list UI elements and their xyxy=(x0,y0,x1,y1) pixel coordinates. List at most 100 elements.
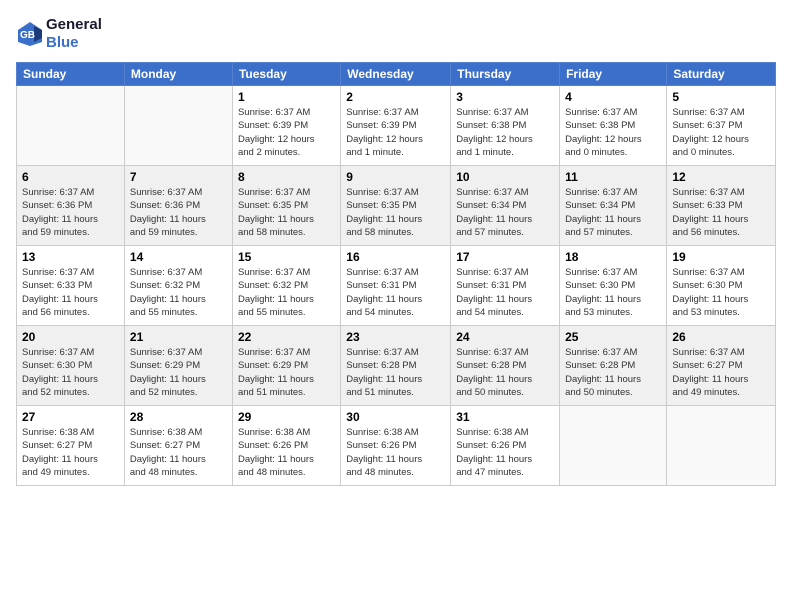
day-info: Sunrise: 6:38 AM Sunset: 6:27 PM Dayligh… xyxy=(22,426,119,479)
day-info: Sunrise: 6:37 AM Sunset: 6:33 PM Dayligh… xyxy=(22,266,119,319)
day-info: Sunrise: 6:37 AM Sunset: 6:32 PM Dayligh… xyxy=(130,266,227,319)
logo: GB General Blue xyxy=(16,16,102,52)
calendar-week-row: 13 Sunrise: 6:37 AM Sunset: 6:33 PM Dayli… xyxy=(17,246,776,326)
svg-text:GB: GB xyxy=(20,30,35,41)
day-number: 30 xyxy=(346,410,445,424)
day-number: 2 xyxy=(346,90,445,104)
calendar-cell: 8 Sunrise: 6:37 AM Sunset: 6:35 PM Daylig… xyxy=(232,166,340,246)
calendar-cell: 31 Sunrise: 6:38 AM Sunset: 6:26 PM Dayli… xyxy=(451,406,560,486)
day-info: Sunrise: 6:37 AM Sunset: 6:34 PM Dayligh… xyxy=(565,186,661,239)
calendar-week-row: 27 Sunrise: 6:38 AM Sunset: 6:27 PM Dayli… xyxy=(17,406,776,486)
calendar-cell: 23Sunrise: 6:37 AM Sunset: 6:28 PM Dayli… xyxy=(341,326,451,406)
calendar-cell: 27 Sunrise: 6:38 AM Sunset: 6:27 PM Dayli… xyxy=(17,406,125,486)
weekday-header-sunday: Sunday xyxy=(17,63,125,86)
day-info: Sunrise: 6:37 AM Sunset: 6:28 PM Dayligh… xyxy=(346,346,445,399)
day-info: Sunrise: 6:38 AM Sunset: 6:26 PM Dayligh… xyxy=(238,426,335,479)
day-info: Sunrise: 6:37 AM Sunset: 6:34 PM Dayligh… xyxy=(456,186,554,239)
weekday-header-wednesday: Wednesday xyxy=(341,63,451,86)
day-info: Sunrise: 6:37 AM Sunset: 6:30 PM Dayligh… xyxy=(565,266,661,319)
weekday-header-thursday: Thursday xyxy=(451,63,560,86)
day-info: Sunrise: 6:37 AM Sunset: 6:28 PM Dayligh… xyxy=(565,346,661,399)
logo-text: General Blue xyxy=(46,16,102,52)
calendar-cell: 12Sunrise: 6:37 AM Sunset: 6:33 PM Dayli… xyxy=(667,166,776,246)
page: GB General Blue SundayMondayTuesdayWedne… xyxy=(0,0,792,612)
day-info: Sunrise: 6:37 AM Sunset: 6:33 PM Dayligh… xyxy=(672,186,770,239)
day-number: 26 xyxy=(672,330,770,344)
day-number: 3 xyxy=(456,90,554,104)
day-info: Sunrise: 6:37 AM Sunset: 6:30 PM Dayligh… xyxy=(672,266,770,319)
day-info: Sunrise: 6:37 AM Sunset: 6:36 PM Dayligh… xyxy=(22,186,119,239)
calendar-week-row: 6 Sunrise: 6:37 AM Sunset: 6:36 PM Daylig… xyxy=(17,166,776,246)
day-info: Sunrise: 6:37 AM Sunset: 6:35 PM Dayligh… xyxy=(238,186,335,239)
calendar-cell: 21Sunrise: 6:37 AM Sunset: 6:29 PM Dayli… xyxy=(124,326,232,406)
calendar-cell: 22 Sunrise: 6:37 AM Sunset: 6:29 PM Dayli… xyxy=(232,326,340,406)
calendar-cell: 10Sunrise: 6:37 AM Sunset: 6:34 PM Dayli… xyxy=(451,166,560,246)
day-number: 15 xyxy=(238,250,335,264)
calendar-cell: 6 Sunrise: 6:37 AM Sunset: 6:36 PM Daylig… xyxy=(17,166,125,246)
day-info: Sunrise: 6:37 AM Sunset: 6:30 PM Dayligh… xyxy=(22,346,119,399)
weekday-header-saturday: Saturday xyxy=(667,63,776,86)
calendar-week-row: 20 Sunrise: 6:37 AM Sunset: 6:30 PM Dayli… xyxy=(17,326,776,406)
calendar-cell: 17Sunrise: 6:37 AM Sunset: 6:31 PM Dayli… xyxy=(451,246,560,326)
day-number: 7 xyxy=(130,170,227,184)
calendar-cell: 30Sunrise: 6:38 AM Sunset: 6:26 PM Dayli… xyxy=(341,406,451,486)
day-info: Sunrise: 6:37 AM Sunset: 6:32 PM Dayligh… xyxy=(238,266,335,319)
calendar-cell: 25 Sunrise: 6:37 AM Sunset: 6:28 PM Dayli… xyxy=(560,326,667,406)
calendar-cell: 14Sunrise: 6:37 AM Sunset: 6:32 PM Dayli… xyxy=(124,246,232,326)
day-number: 29 xyxy=(238,410,335,424)
calendar-cell: 18 Sunrise: 6:37 AM Sunset: 6:30 PM Dayli… xyxy=(560,246,667,326)
day-info: Sunrise: 6:37 AM Sunset: 6:38 PM Dayligh… xyxy=(456,106,554,159)
day-info: Sunrise: 6:38 AM Sunset: 6:26 PM Dayligh… xyxy=(456,426,554,479)
day-number: 19 xyxy=(672,250,770,264)
calendar-cell: 26 Sunrise: 6:37 AM Sunset: 6:27 PM Dayli… xyxy=(667,326,776,406)
day-number: 6 xyxy=(22,170,119,184)
weekday-header-row: SundayMondayTuesdayWednesdayThursdayFrid… xyxy=(17,63,776,86)
calendar-cell xyxy=(667,406,776,486)
day-info: Sunrise: 6:37 AM Sunset: 6:38 PM Dayligh… xyxy=(565,106,661,159)
day-info: Sunrise: 6:37 AM Sunset: 6:31 PM Dayligh… xyxy=(346,266,445,319)
logo-icon: GB xyxy=(16,20,44,48)
day-info: Sunrise: 6:37 AM Sunset: 6:27 PM Dayligh… xyxy=(672,346,770,399)
weekday-header-tuesday: Tuesday xyxy=(232,63,340,86)
day-info: Sunrise: 6:37 AM Sunset: 6:36 PM Dayligh… xyxy=(130,186,227,239)
day-number: 22 xyxy=(238,330,335,344)
day-number: 9 xyxy=(346,170,445,184)
calendar-cell: 5 Sunrise: 6:37 AM Sunset: 6:37 PM Daylig… xyxy=(667,86,776,166)
calendar-cell: 19 Sunrise: 6:37 AM Sunset: 6:30 PM Dayli… xyxy=(667,246,776,326)
calendar-cell: 9Sunrise: 6:37 AM Sunset: 6:35 PM Daylig… xyxy=(341,166,451,246)
calendar-cell: 15 Sunrise: 6:37 AM Sunset: 6:32 PM Dayli… xyxy=(232,246,340,326)
calendar-cell: 13 Sunrise: 6:37 AM Sunset: 6:33 PM Dayli… xyxy=(17,246,125,326)
day-number: 8 xyxy=(238,170,335,184)
day-number: 18 xyxy=(565,250,661,264)
calendar-cell: 16 Sunrise: 6:37 AM Sunset: 6:31 PM Dayli… xyxy=(341,246,451,326)
calendar-cell: 28Sunrise: 6:38 AM Sunset: 6:27 PM Dayli… xyxy=(124,406,232,486)
day-number: 11 xyxy=(565,170,661,184)
calendar-cell: 1 Sunrise: 6:37 AM Sunset: 6:39 PM Daylig… xyxy=(232,86,340,166)
day-number: 27 xyxy=(22,410,119,424)
day-number: 17 xyxy=(456,250,554,264)
day-number: 4 xyxy=(565,90,661,104)
calendar-cell: 2Sunrise: 6:37 AM Sunset: 6:39 PM Daylig… xyxy=(341,86,451,166)
calendar-cell: 24Sunrise: 6:37 AM Sunset: 6:28 PM Dayli… xyxy=(451,326,560,406)
calendar-cell: 7 Sunrise: 6:37 AM Sunset: 6:36 PM Daylig… xyxy=(124,166,232,246)
day-number: 31 xyxy=(456,410,554,424)
weekday-header-friday: Friday xyxy=(560,63,667,86)
calendar-cell: 4 Sunrise: 6:37 AM Sunset: 6:38 PM Daylig… xyxy=(560,86,667,166)
day-info: Sunrise: 6:37 AM Sunset: 6:29 PM Dayligh… xyxy=(238,346,335,399)
calendar-cell xyxy=(17,86,125,166)
day-number: 13 xyxy=(22,250,119,264)
day-number: 1 xyxy=(238,90,335,104)
day-number: 25 xyxy=(565,330,661,344)
day-number: 24 xyxy=(456,330,554,344)
day-info: Sunrise: 6:37 AM Sunset: 6:39 PM Dayligh… xyxy=(238,106,335,159)
day-number: 20 xyxy=(22,330,119,344)
day-number: 16 xyxy=(346,250,445,264)
calendar-cell: 20 Sunrise: 6:37 AM Sunset: 6:30 PM Dayli… xyxy=(17,326,125,406)
day-number: 21 xyxy=(130,330,227,344)
calendar-week-row: 1 Sunrise: 6:37 AM Sunset: 6:39 PM Daylig… xyxy=(17,86,776,166)
header: GB General Blue xyxy=(16,16,776,52)
calendar-cell: 3 Sunrise: 6:37 AM Sunset: 6:38 PM Daylig… xyxy=(451,86,560,166)
day-number: 5 xyxy=(672,90,770,104)
day-info: Sunrise: 6:37 AM Sunset: 6:37 PM Dayligh… xyxy=(672,106,770,159)
calendar-cell: 11 Sunrise: 6:37 AM Sunset: 6:34 PM Dayli… xyxy=(560,166,667,246)
